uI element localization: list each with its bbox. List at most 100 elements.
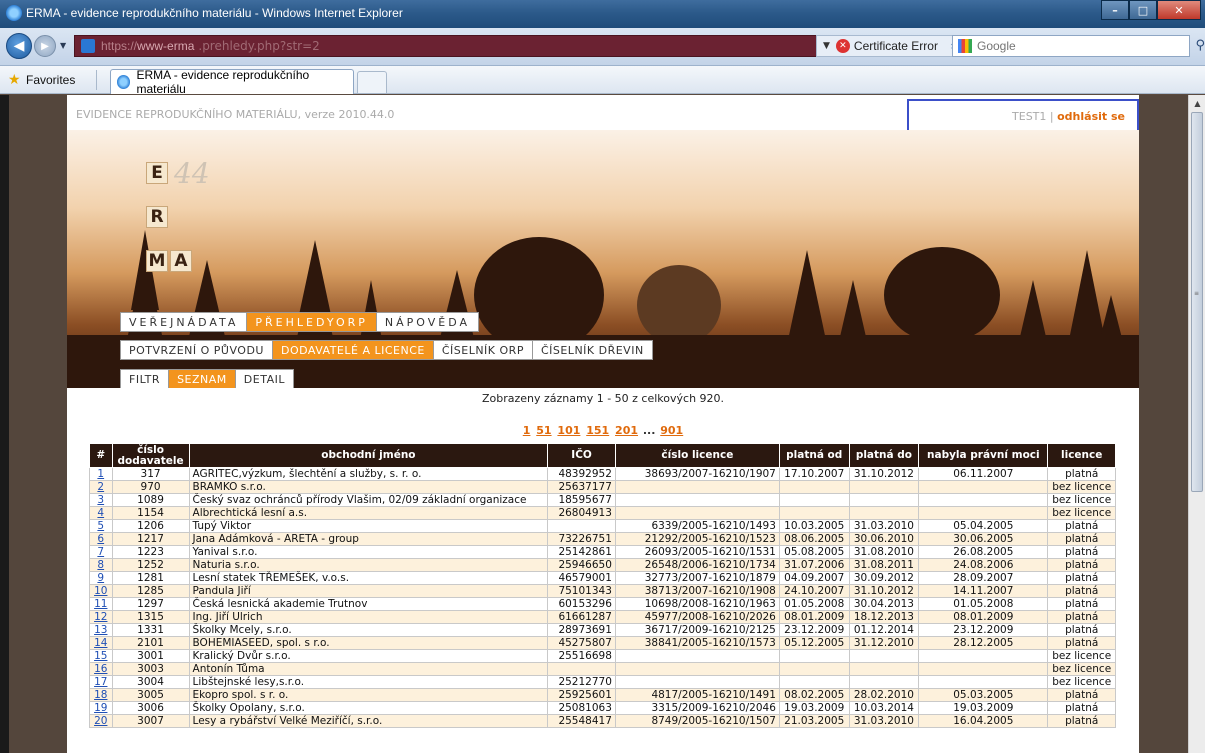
row-index-link[interactable]: 13 — [94, 624, 107, 636]
menu-prehledy-orp[interactable]: PŘEHLEDYORP — [246, 312, 376, 332]
table-row[interactable]: 15 3001 Kralický Dvůr s.r.o. 25516698 bez li… — [89, 649, 1116, 663]
table-row[interactable]: 20 3007 Lesy a rybářství Velké Meziříčí, s… — [89, 714, 1116, 728]
menu-verejna-data[interactable]: VEŘEJNÁDATA — [120, 312, 247, 332]
address-field[interactable]: https://www-erma .prehledy.php?str=2 — [74, 35, 832, 57]
tab-seznam[interactable]: SEZNAM — [168, 369, 235, 389]
maximize-button[interactable]: □ — [1129, 0, 1157, 20]
cell-supplier-number: 1252 — [111, 558, 190, 572]
cell-license-number: 45977/2008-16210/2026 — [614, 610, 780, 624]
certificate-error-label[interactable]: Certificate Error — [854, 39, 946, 53]
scroll-up-icon[interactable]: ▲ — [1189, 95, 1205, 112]
search-input[interactable] — [977, 39, 1167, 53]
row-index-link[interactable]: 11 — [94, 598, 107, 610]
url-prefix: https:// — [101, 39, 138, 53]
table-row[interactable]: 19 3006 Školky Opolany, s.r.o. 25081063 3315… — [89, 701, 1116, 715]
cell-license-number — [614, 675, 780, 689]
row-index-link[interactable]: 20 — [94, 715, 107, 727]
row-index-link[interactable]: 3 — [97, 494, 104, 506]
cell-supplier-number: 3005 — [111, 688, 190, 702]
table-row[interactable]: 5 1206 Tupý Viktor 6339/2005-16210/1493 10.0… — [89, 519, 1116, 533]
col-legal-effect[interactable]: nabyla právní moci — [918, 443, 1049, 468]
table-row[interactable]: 2 970 BRAMKO s.r.o. 25637177 bez licence — [89, 480, 1116, 494]
col-license-number[interactable]: číslo licence — [614, 443, 780, 468]
table-row[interactable]: 7 1223 Yanival s.r.o. 25142861 26093/2005-16… — [89, 545, 1116, 559]
row-index-link[interactable]: 14 — [94, 637, 107, 649]
row-index-link[interactable]: 16 — [94, 663, 107, 675]
row-index-link[interactable]: 18 — [94, 689, 107, 701]
cell-valid-from: 10.03.2005 — [778, 519, 850, 533]
row-index-link[interactable]: 19 — [94, 702, 107, 714]
forward-button[interactable]: ▶ — [34, 35, 56, 57]
pager-link[interactable]: 101 — [557, 424, 580, 437]
row-index-link[interactable]: 1 — [97, 468, 104, 480]
row-index-link[interactable]: 8 — [97, 559, 104, 571]
table-row[interactable]: 17 3004 Libštejnské lesy,s.r.o. 25212770 bez… — [89, 675, 1116, 689]
back-button[interactable]: ◀ — [6, 33, 32, 59]
table-row[interactable]: 9 1281 Lesní statek TŘEMEŠEK, v.o.s. 465790… — [89, 571, 1116, 585]
pager-link[interactable]: 51 — [536, 424, 551, 437]
new-tab-button[interactable] — [357, 71, 387, 93]
pager-link-last[interactable]: 901 — [660, 424, 683, 437]
row-index-link[interactable]: 4 — [97, 507, 104, 519]
table-row[interactable]: 11 1297 Česká lesnická akademie Trutnov 601… — [89, 597, 1116, 611]
certificate-error-icon[interactable]: ✕ — [835, 39, 850, 53]
cell-license-number: 26548/2006-16210/1734 — [614, 558, 780, 572]
row-index-link[interactable]: 6 — [97, 533, 104, 545]
col-valid-to[interactable]: platná do — [848, 443, 920, 468]
address-dropdown-icon[interactable]: ▼ — [817, 41, 836, 51]
table-row[interactable]: 4 1154 Albrechtická lesní a.s. 26804913 bez … — [89, 506, 1116, 520]
menu-ciselnik-drevin[interactable]: ČÍSELNÍK DŘEVIN — [531, 340, 653, 360]
table-row[interactable]: 13 1331 Školky Mcely, s.r.o. 28973691 36717/… — [89, 623, 1116, 637]
pager-ellipsis: ... — [642, 424, 656, 437]
search-icon[interactable]: ⚲ — [1195, 38, 1205, 53]
table-row[interactable]: 14 2101 BOHEMIASEED, spol. s r.o. 45275807 3… — [89, 636, 1116, 650]
tab-detail[interactable]: DETAIL — [234, 369, 294, 389]
menu-dodavatele-a-licence[interactable]: DODAVATELÉ A LICENCE — [271, 340, 433, 360]
col-index: # — [89, 443, 113, 468]
scrollbar-thumb[interactable] — [1191, 112, 1203, 492]
cell-valid-from: 01.05.2008 — [778, 597, 850, 611]
logout-link[interactable]: odhlásit se — [1057, 110, 1125, 123]
browser-tab[interactable]: ERMA - evidence reprodukčního materiálu — [110, 68, 354, 96]
table-row[interactable]: 12 1315 Ing. Jiří Ulrich 61661287 45977/2008… — [89, 610, 1116, 624]
favorites-star-icon[interactable]: ★ — [8, 72, 21, 88]
cell-legal-effect: 16.04.2005 — [918, 714, 1049, 728]
table-row[interactable]: 3 1089 Český svaz ochránců přírody Vlašim,… — [89, 493, 1116, 507]
minimize-button[interactable]: – — [1101, 0, 1129, 20]
row-index-link[interactable]: 15 — [94, 650, 107, 662]
row-index-link[interactable]: 9 — [97, 572, 104, 584]
table-row[interactable]: 6 1217 Jana Adámková - ARETA - group 732267… — [89, 532, 1116, 546]
pager-link[interactable]: 1 — [523, 424, 531, 437]
table-row[interactable]: 10 1285 Pandula Jiří 75101343 38713/2007-162… — [89, 584, 1116, 598]
row-index-link[interactable]: 7 — [97, 546, 104, 558]
close-button[interactable]: ✕ — [1157, 0, 1201, 20]
col-supplier-number[interactable]: číslo dodavatele — [111, 443, 190, 468]
row-index-link[interactable]: 17 — [94, 676, 107, 688]
search-box[interactable]: ⚲ — [952, 35, 1205, 57]
col-business-name[interactable]: obchodní jméno — [188, 443, 549, 468]
pager-link[interactable]: 151 — [586, 424, 609, 437]
col-valid-from[interactable]: platná od — [778, 443, 850, 468]
favorites-button[interactable]: Favorites — [26, 73, 75, 87]
row-index-link[interactable]: 5 — [97, 520, 104, 532]
menu-ciselnik-orp[interactable]: ČÍSELNÍK ORP — [432, 340, 532, 360]
col-ico[interactable]: IČO — [547, 443, 616, 468]
cell-index: 15 — [89, 649, 113, 663]
cell-index: 18 — [89, 688, 113, 702]
table-row[interactable]: 16 3003 Antonín Tůma bez licence — [89, 662, 1116, 676]
row-index-link[interactable]: 2 — [97, 481, 104, 493]
cell-supplier-number: 1089 — [111, 493, 190, 507]
tab-filtr[interactable]: FILTR — [120, 369, 169, 389]
table-row[interactable]: 18 3005 Ekopro spol. s r. o. 25925601 4817/2… — [89, 688, 1116, 702]
menu-napoveda[interactable]: NÁPOVĚDA — [375, 312, 480, 332]
menu-potvrzeni-o-puvodu[interactable]: POTVRZENÍ O PŮVODU — [120, 340, 272, 360]
row-index-link[interactable]: 10 — [94, 585, 107, 597]
cell-legal-effect — [918, 480, 1049, 494]
history-dropdown-icon[interactable]: ▼ — [60, 41, 66, 50]
table-row[interactable]: 8 1252 Naturia s.r.o. 25946650 26548/2006-16… — [89, 558, 1116, 572]
table-row[interactable]: 1 317 AGRITEC,výzkum, šlechtění a služby, … — [89, 467, 1116, 481]
pager-link[interactable]: 201 — [615, 424, 638, 437]
row-index-link[interactable]: 12 — [94, 611, 107, 623]
vertical-scrollbar[interactable]: ▲ ≡ — [1188, 95, 1205, 753]
col-license[interactable]: licence — [1047, 443, 1116, 468]
